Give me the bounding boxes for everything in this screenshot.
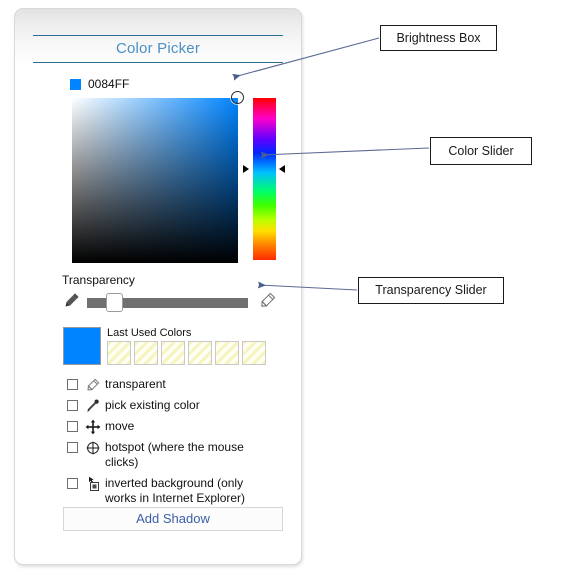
eyedropper-icon [84,398,102,413]
crosshair-circle-icon [84,440,102,455]
cursor-box-icon [84,476,102,491]
last-used-swatch[interactable] [242,341,266,365]
transparency-track[interactable] [87,293,248,312]
add-shadow-button[interactable]: Add Shadow [63,507,283,531]
last-used-swatch[interactable] [134,341,158,365]
callout-color-slider: Color Slider [430,137,532,165]
last-used-colors-label: Last Used Colors [107,327,192,339]
checkbox-pick-existing-color[interactable] [67,400,78,411]
options-list: transparent pick existing color move hot… [67,377,277,506]
hex-readout: 0084FF [70,77,301,91]
option-pick-existing-color[interactable]: pick existing color [67,398,277,413]
option-label: transparent [105,377,166,391]
last-used-colors-section: Last Used Colors [63,327,301,367]
move-arrows-icon [84,419,102,434]
page-title: Color Picker [115,40,201,57]
option-label: pick existing color [105,398,200,412]
outline-pencil-icon [84,377,102,392]
panel-title-block: Color Picker [33,35,283,63]
outline-pencil-icon [258,291,277,315]
last-used-swatch[interactable] [188,341,212,365]
option-label: move [105,419,135,433]
last-used-colors-swatches [107,341,266,365]
brightness-box-cursor[interactable] [231,91,244,104]
callout-transparency-slider: Transparency Slider [358,277,504,304]
checkbox-inverted-background[interactable] [67,478,78,489]
checkbox-transparent[interactable] [67,379,78,390]
checkbox-hotspot[interactable] [67,442,78,453]
color-slider-marker-left [243,165,249,173]
callout-brightness-box: Brightness Box [380,25,497,51]
transparency-thumb[interactable] [106,293,123,312]
color-slider-marker-right [279,165,285,173]
transparency-label: Transparency [62,273,135,287]
brightness-box[interactable] [71,97,239,264]
saturation-value-area [71,91,285,264]
color-slider[interactable] [252,97,277,261]
transparency-slider[interactable] [62,291,277,315]
color-picker-panel: Color Picker 0084FF Transparency Last Us… [14,8,302,565]
option-move[interactable]: move [67,419,277,434]
option-inverted-background[interactable]: inverted background (only works in Inter… [67,476,277,506]
option-transparent[interactable]: transparent [67,377,277,392]
title-rule-bottom [33,62,283,63]
hex-color-swatch [70,78,81,90]
checkbox-move[interactable] [67,421,78,432]
current-color-swatch[interactable] [63,327,101,365]
option-label: inverted background (only works in Inter… [105,476,246,505]
option-label: hotspot (where the mouse clicks) [105,440,244,469]
solid-pencil-icon [62,291,81,315]
hex-value-label: 0084FF [88,77,130,91]
last-used-swatch[interactable] [107,341,131,365]
last-used-swatch[interactable] [161,341,185,365]
option-hotspot[interactable]: hotspot (where the mouse clicks) [67,440,277,470]
last-used-swatch[interactable] [215,341,239,365]
